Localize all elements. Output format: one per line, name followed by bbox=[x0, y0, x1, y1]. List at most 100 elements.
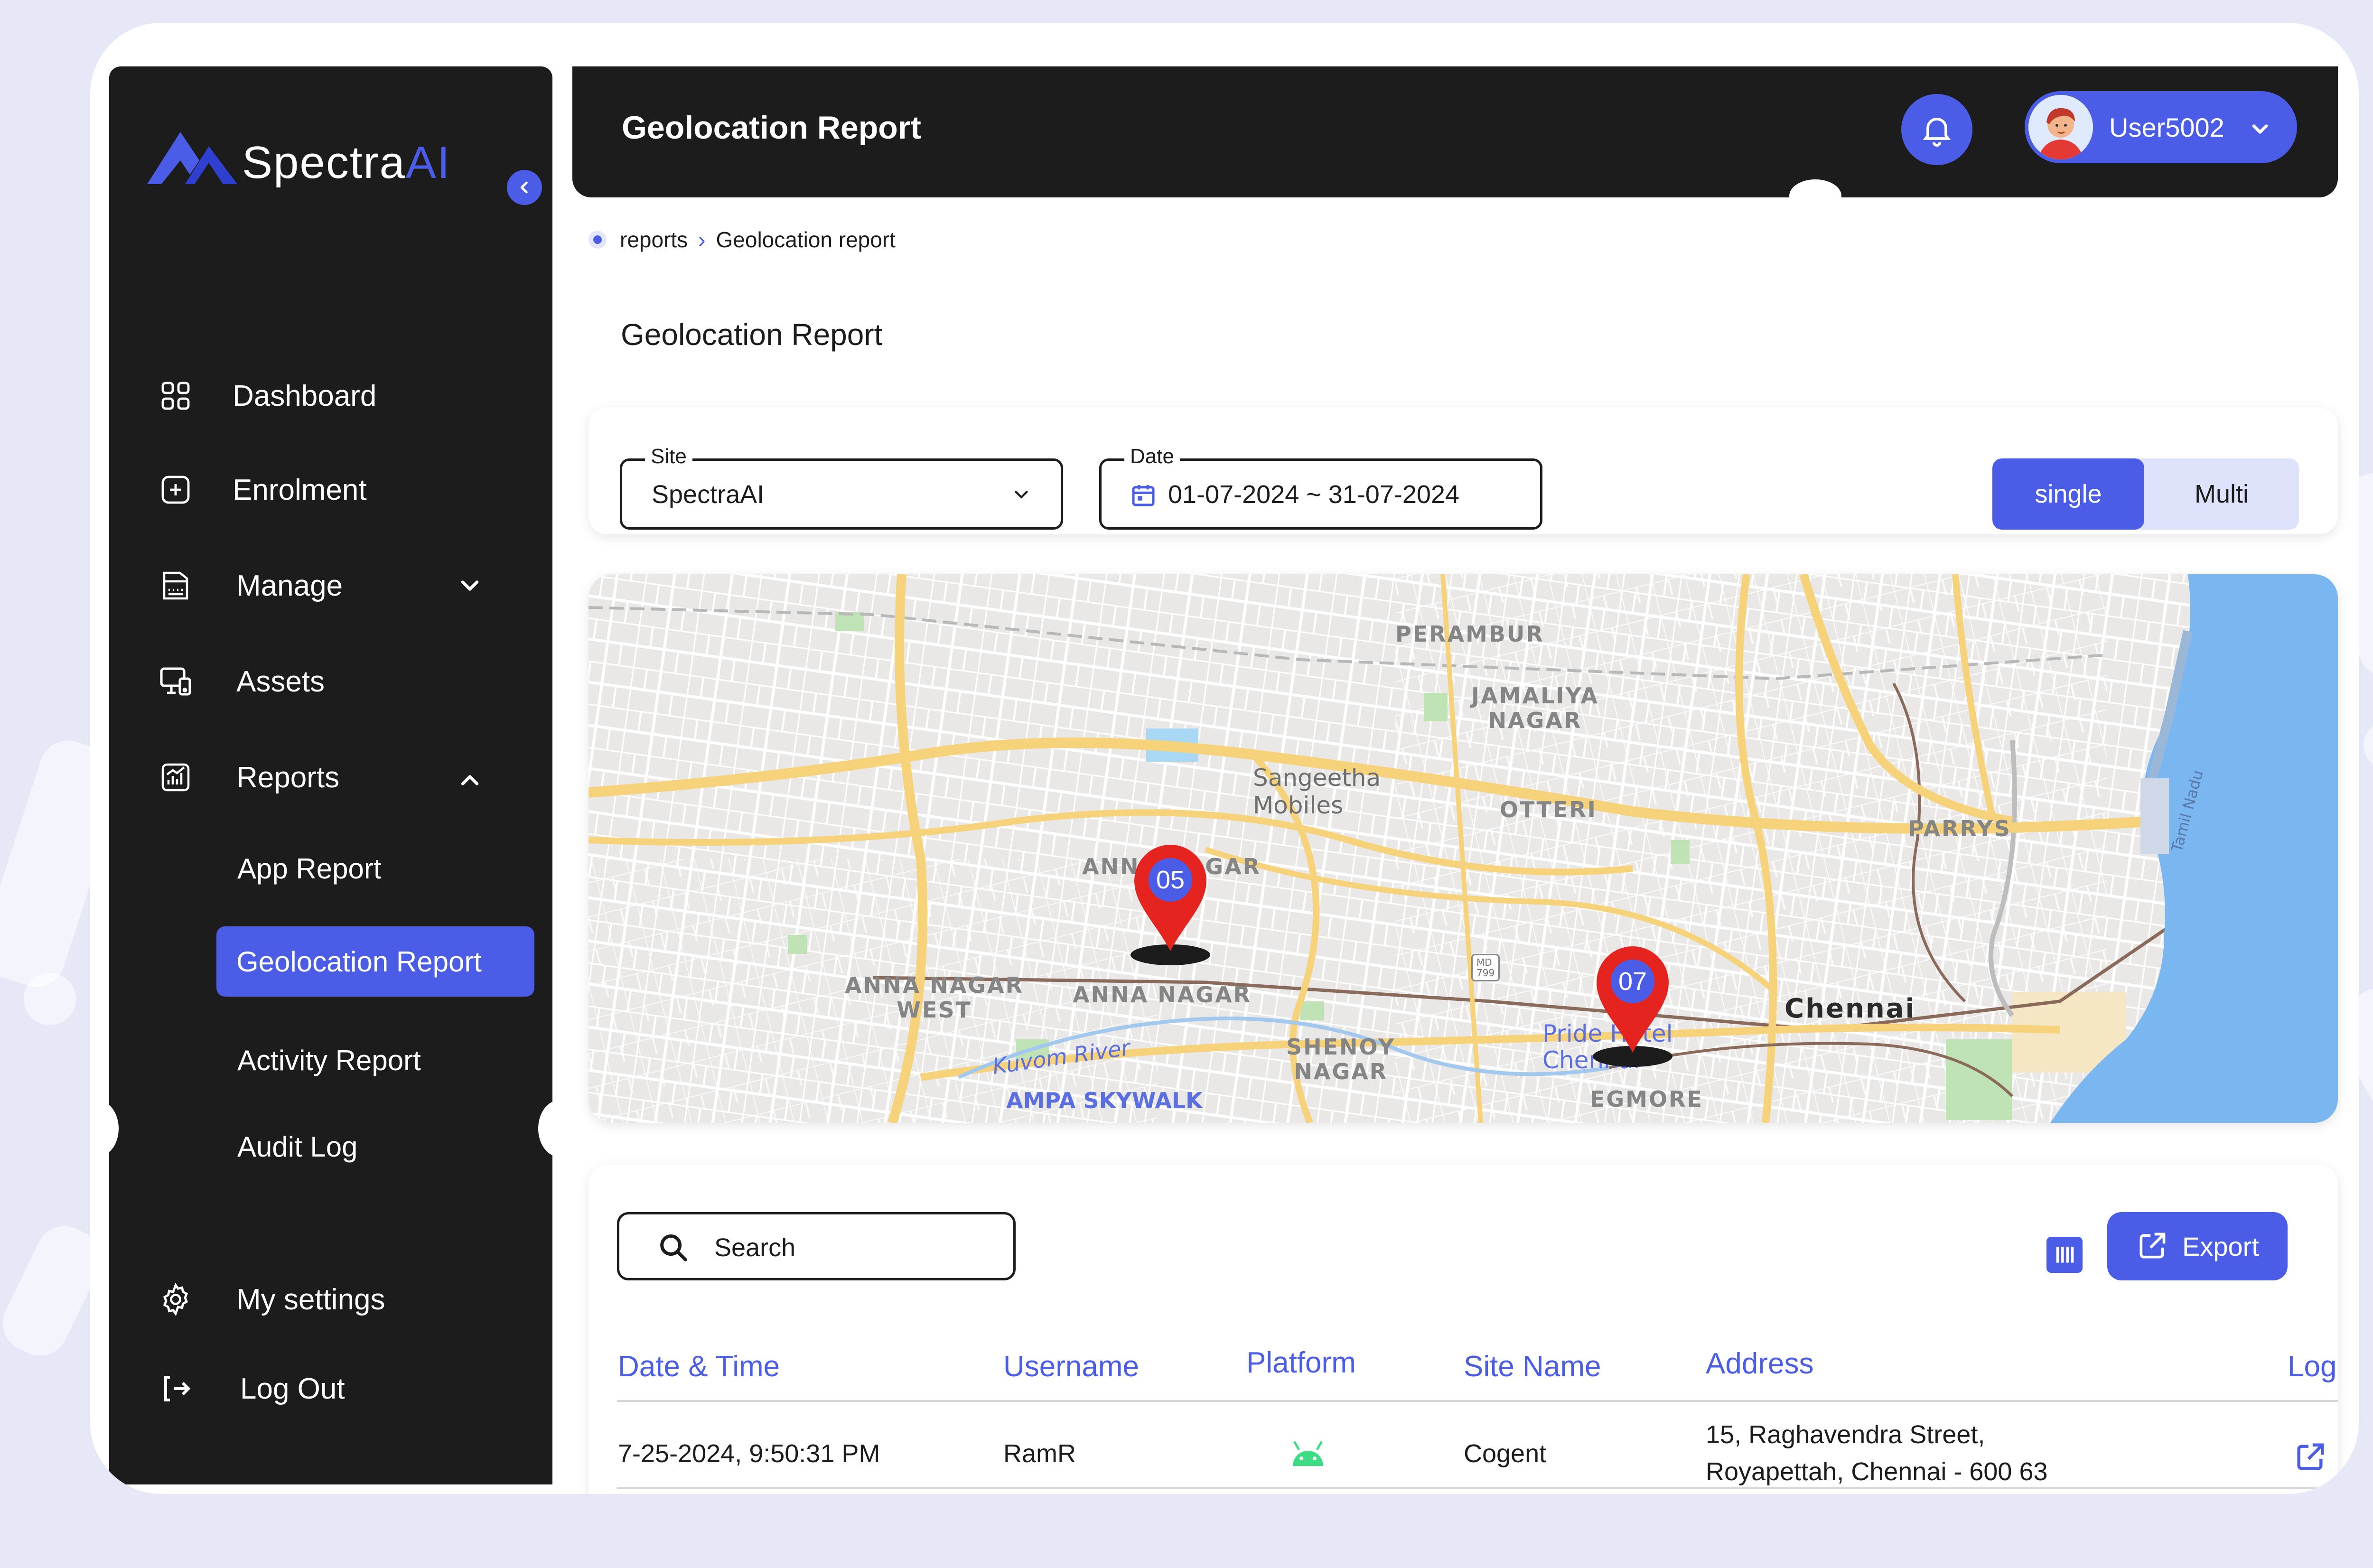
export-button[interactable]: Export bbox=[2107, 1212, 2288, 1280]
map-tiles bbox=[589, 574, 2338, 1123]
map-label-egmore: EGMORE bbox=[1590, 1086, 1703, 1112]
column-header-platform[interactable]: Platform bbox=[1246, 1346, 1356, 1380]
map-poi-ampa-skywalk: AMPA SKYWALK bbox=[1006, 1088, 1203, 1113]
sidebar-item-label: Reports bbox=[236, 761, 340, 794]
sidebar-subitem-app-report[interactable]: App Report bbox=[237, 845, 382, 892]
marker-count: 05 bbox=[1149, 858, 1192, 902]
chevron-left-icon bbox=[520, 181, 528, 194]
chevron-right-icon: › bbox=[698, 227, 706, 252]
mode-multi-button[interactable]: Multi bbox=[2144, 458, 2299, 530]
notifications-button[interactable] bbox=[1901, 94, 1972, 165]
external-link-icon bbox=[2139, 1232, 2166, 1259]
date-range-picker[interactable]: Date 01-07-2024 ~ 31-07-2024 bbox=[1099, 445, 1542, 530]
sidebar-subitem-geolocation-report[interactable]: Geolocation Report bbox=[216, 926, 534, 997]
calendar-icon bbox=[1132, 485, 1155, 506]
plus-square-icon bbox=[157, 471, 195, 509]
sidebar-item-label: Dashboard bbox=[233, 379, 377, 412]
chevron-up-icon bbox=[461, 775, 479, 785]
date-label: Date bbox=[1124, 445, 1180, 468]
logout-icon bbox=[157, 1370, 195, 1408]
sidebar-item-label: Log Out bbox=[240, 1372, 345, 1405]
sidebar-edge-notch bbox=[538, 1100, 581, 1157]
sidebar-subitem-activity-report[interactable]: Activity Report bbox=[237, 1036, 421, 1084]
sidebar-item-reports[interactable]: Reports bbox=[157, 754, 517, 801]
site-value: SpectraAI bbox=[652, 480, 765, 509]
chevron-down-icon bbox=[2252, 124, 2268, 134]
sidebar-item-dashboard[interactable]: Dashboard bbox=[157, 372, 376, 420]
chevron-down-icon bbox=[461, 580, 479, 591]
map-view[interactable]: PERAMBUR JAMALIYA NAGAR Sangeetha Mobile… bbox=[589, 574, 2338, 1123]
search-input[interactable] bbox=[714, 1232, 999, 1263]
map-label-parrys: PARRYS bbox=[1908, 816, 2011, 841]
devices-icon bbox=[157, 663, 195, 700]
avatar bbox=[2028, 95, 2093, 159]
page-title: Geolocation Report bbox=[621, 317, 883, 352]
app-window: SpectraAI Dashboard Enrolment Manage Ass… bbox=[90, 23, 2359, 1494]
background-shape bbox=[24, 973, 76, 1025]
cell-datetime: 7-25-2024, 9:50:31 PM bbox=[618, 1439, 880, 1468]
sidebar: SpectraAI Dashboard Enrolment Manage Ass… bbox=[109, 66, 552, 1484]
site-select[interactable]: Site SpectraAI bbox=[620, 445, 1063, 530]
marker-count: 07 bbox=[1611, 960, 1654, 1003]
column-header-address[interactable]: Address bbox=[1706, 1347, 1813, 1381]
sidebar-item-label: My settings bbox=[236, 1283, 385, 1316]
map-label-anna-nagar: ANNA NAGAR bbox=[1073, 982, 1252, 1008]
chart-report-icon bbox=[157, 758, 195, 796]
app-logo[interactable]: SpectraAI bbox=[147, 127, 450, 203]
logo-mark-icon bbox=[147, 132, 237, 184]
map-label-jamaliya: JAMALIYA NAGAR bbox=[1471, 683, 1599, 733]
map-label-otteri: OTTERI bbox=[1500, 797, 1597, 822]
sidebar-item-my-settings[interactable]: My settings bbox=[157, 1276, 385, 1323]
columns-icon bbox=[2056, 1247, 2074, 1263]
header-title: Geolocation Report bbox=[622, 110, 921, 146]
breadcrumb: reports › Geolocation report bbox=[589, 227, 896, 252]
user-menu[interactable]: User5002 bbox=[2025, 91, 2297, 163]
row-divider bbox=[617, 1487, 2338, 1489]
open-log-icon[interactable] bbox=[2293, 1441, 2326, 1474]
sidebar-item-label: Manage bbox=[236, 569, 343, 602]
cell-site-name: Cogent bbox=[1464, 1439, 1547, 1468]
map-marker-cluster[interactable]: 07 bbox=[1590, 944, 1675, 1068]
breadcrumb-parent[interactable]: reports bbox=[620, 227, 688, 252]
column-header-log[interactable]: Log bbox=[2288, 1350, 2336, 1383]
sidebar-item-label: Enrolment bbox=[233, 473, 367, 506]
collapse-sidebar-button[interactable] bbox=[507, 170, 542, 205]
topbar-edge-notch bbox=[1789, 179, 1841, 213]
column-header-username[interactable]: Username bbox=[1003, 1350, 1139, 1383]
site-label: Site bbox=[645, 445, 692, 468]
username-label: User5002 bbox=[2109, 112, 2224, 142]
header-divider bbox=[617, 1400, 2338, 1402]
map-route-shield: MD 799 bbox=[1471, 954, 1500, 981]
sidebar-subitem-audit-log[interactable]: Audit Log bbox=[237, 1123, 358, 1170]
column-header-date-time[interactable]: Date & Time bbox=[618, 1350, 780, 1383]
bell-icon bbox=[1923, 118, 1951, 147]
sidebar-item-manage[interactable]: Manage bbox=[157, 562, 517, 609]
keyboard-icon bbox=[157, 567, 195, 605]
mode-toggle: single Multi bbox=[1992, 458, 2299, 530]
column-toggle-button[interactable] bbox=[2046, 1237, 2083, 1273]
map-marker-cluster[interactable]: 05 bbox=[1128, 843, 1213, 966]
app-name: SpectraAI bbox=[242, 137, 451, 188]
breadcrumb-current: Geolocation report bbox=[716, 227, 896, 252]
map-poi-sangeetha: Sangeetha Mobiles bbox=[1253, 764, 1381, 819]
export-label: Export bbox=[2182, 1231, 2259, 1261]
breadcrumb-dot-icon bbox=[589, 231, 607, 249]
column-header-site-name[interactable]: Site Name bbox=[1464, 1350, 1601, 1383]
chevron-down-icon bbox=[1015, 491, 1028, 498]
map-label-chennai: Chennai bbox=[1784, 993, 1916, 1024]
android-icon bbox=[1293, 1441, 1323, 1466]
gear-icon bbox=[157, 1280, 195, 1318]
mode-single-button[interactable]: single bbox=[1992, 458, 2144, 530]
sidebar-item-enrolment[interactable]: Enrolment bbox=[157, 466, 367, 513]
top-bar: Geolocation Report User5002 bbox=[572, 66, 2338, 197]
cell-address-line2: Royapettah, Chennai - 600 63 bbox=[1706, 1457, 2048, 1486]
search-box[interactable] bbox=[617, 1212, 1016, 1280]
map-label-perambur: PERAMBUR bbox=[1395, 621, 1544, 647]
report-table-card: Export Date & Time Username Platform Sit… bbox=[589, 1165, 2338, 1494]
date-value: 01-07-2024 ~ 31-07-2024 bbox=[1168, 480, 1459, 509]
background-shape bbox=[2364, 721, 2373, 769]
sidebar-item-log-out[interactable]: Log Out bbox=[157, 1365, 345, 1412]
sidebar-item-assets[interactable]: Assets bbox=[157, 658, 325, 705]
map-label-anna-nagar-west: ANNA NAGAR WEST bbox=[845, 972, 1024, 1023]
filter-bar: Site SpectraAI Date 01-07-2024 ~ 31-07-2… bbox=[589, 407, 2338, 534]
